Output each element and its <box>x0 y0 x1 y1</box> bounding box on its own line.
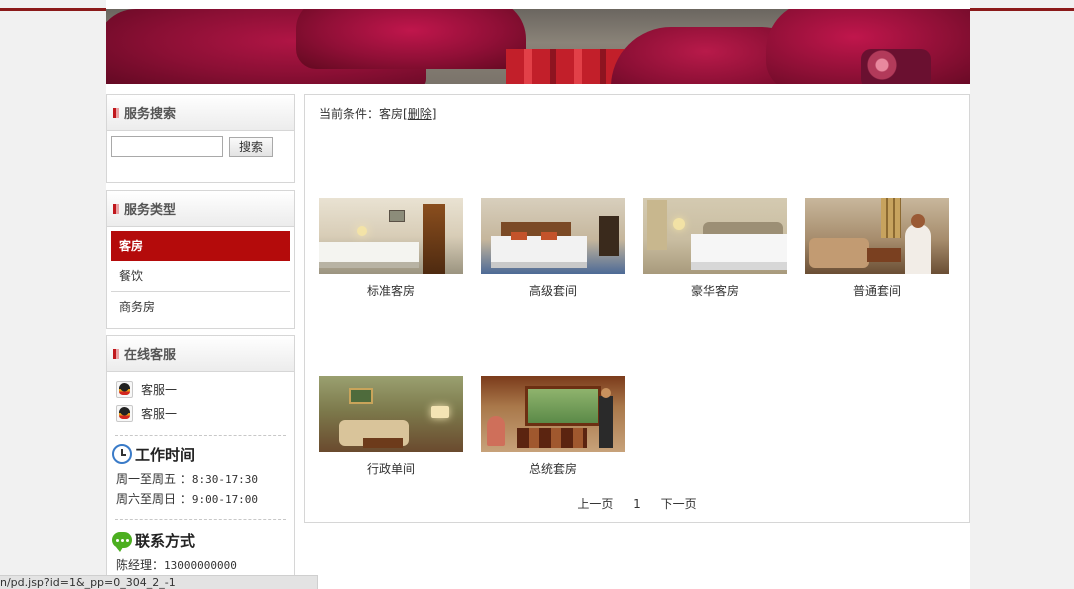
top-border-right <box>970 8 1074 11</box>
work-hours-title: 工作时间 <box>135 445 196 464</box>
room-card[interactable]: 总统套房 <box>481 376 625 477</box>
current-page-number: 1 <box>633 497 641 511</box>
search-box-title: 服务搜索 <box>124 107 177 122</box>
room-photo[interactable] <box>643 198 787 274</box>
contact-heading: 联系方式 <box>107 528 294 552</box>
type-item-guest-room[interactable]: 客房 <box>111 231 290 261</box>
search-input[interactable] <box>111 136 223 157</box>
room-card[interactable]: 高级套间 <box>481 198 625 299</box>
search-button[interactable]: 搜索 <box>229 136 273 157</box>
next-page-link[interactable]: 下一页 <box>661 497 697 511</box>
room-caption[interactable]: 高级套间 <box>481 282 625 299</box>
room-photo[interactable] <box>319 376 463 452</box>
room-caption[interactable]: 豪华客房 <box>643 282 787 299</box>
service-agent-link[interactable]: 客服一 <box>107 401 294 425</box>
room-caption[interactable]: 行政单间 <box>319 460 463 477</box>
room-photo[interactable] <box>805 198 949 274</box>
room-card[interactable]: 普通套间 <box>805 198 949 299</box>
room-caption[interactable]: 总统套房 <box>481 460 625 477</box>
service-agent-label: 客服一 <box>141 406 178 421</box>
divider <box>115 519 286 520</box>
divider <box>115 435 286 436</box>
room-photo[interactable] <box>481 376 625 452</box>
top-border-left <box>0 8 106 11</box>
room-card[interactable]: 行政单间 <box>319 376 463 477</box>
browser-status-bar: n/pd.jsp?id=1&_pp=0_304_2_-1 <box>0 575 318 589</box>
header-banner <box>106 9 970 84</box>
header-marker-icon <box>113 203 119 214</box>
service-type-box: 服务类型 客房 餐饮 商务房 <box>106 190 295 329</box>
work-hours-heading: 工作时间 <box>107 442 294 466</box>
work-hours-line: 周六至周日 ：9:00-17:00 <box>116 492 259 506</box>
service-agent-link[interactable]: 客服一 <box>107 377 294 401</box>
contact-title: 联系方式 <box>135 531 196 550</box>
type-item-dining[interactable]: 餐饮 <box>111 261 290 292</box>
work-hours-line: 周一至周五 ：8:30-17:30 <box>116 472 259 486</box>
contact-line: 陈经理：13000000000 <box>116 558 237 572</box>
room-list-panel: 当前条件：客房[删除] 标准客房 高级套间 豪华客房 普通套间 行政单间 总统套… <box>304 94 970 523</box>
clock-icon <box>112 444 132 464</box>
service-agent-label: 客服一 <box>141 382 178 397</box>
service-type-header: 服务类型 <box>107 191 294 227</box>
prev-page-link[interactable]: 上一页 <box>577 497 613 511</box>
room-card[interactable]: 豪华客房 <box>643 198 787 299</box>
online-service-box: 在线客服 客服一 客服一 工作时间 周一至周五 ：8:30-17:30 周六至周… <box>106 335 295 589</box>
page-container: 服务搜索 搜索 服务类型 客房 餐饮 商务房 在线客服 客服一 客服一 工作时间… <box>106 0 970 589</box>
header-marker-icon <box>113 107 119 118</box>
room-caption[interactable]: 普通套间 <box>805 282 949 299</box>
online-service-header: 在线客服 <box>107 336 294 372</box>
chat-bubble-icon <box>112 532 132 552</box>
search-box: 服务搜索 搜索 <box>106 94 295 183</box>
room-caption[interactable]: 标准客房 <box>319 282 463 299</box>
pagination: 上一页 1 下一页 <box>305 495 969 512</box>
room-card[interactable]: 标准客房 <box>319 198 463 299</box>
qq-icon <box>116 404 133 422</box>
search-box-header: 服务搜索 <box>107 95 294 131</box>
header-marker-icon <box>113 348 119 359</box>
type-item-business-room[interactable]: 商务房 <box>111 292 290 323</box>
room-photo[interactable] <box>481 198 625 274</box>
service-type-title: 服务类型 <box>124 203 177 218</box>
current-filter: 当前条件：客房[删除] <box>319 107 437 121</box>
remove-filter-link[interactable]: 删除 <box>408 107 432 121</box>
room-photo[interactable] <box>319 198 463 274</box>
qq-icon <box>116 380 133 398</box>
online-service-title: 在线客服 <box>124 348 177 363</box>
